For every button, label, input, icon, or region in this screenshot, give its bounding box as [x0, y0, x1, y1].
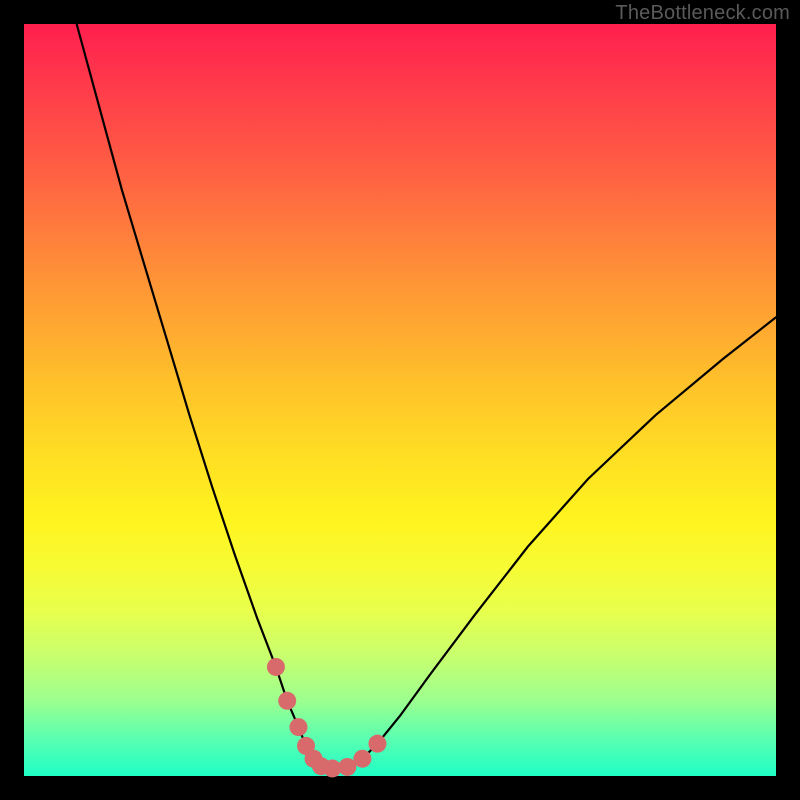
plot-area — [24, 24, 776, 776]
marker-dot — [368, 735, 386, 753]
black-curve — [77, 24, 776, 768]
marker-dot — [353, 750, 371, 768]
watermark-text: TheBottleneck.com — [615, 2, 790, 25]
chart-frame: TheBottleneck.com — [0, 0, 800, 800]
marker-dot — [289, 718, 307, 736]
marker-dot — [267, 658, 285, 676]
curve-layer — [24, 24, 776, 776]
marker-dot — [278, 692, 296, 710]
bottom-u-markers — [267, 658, 387, 778]
